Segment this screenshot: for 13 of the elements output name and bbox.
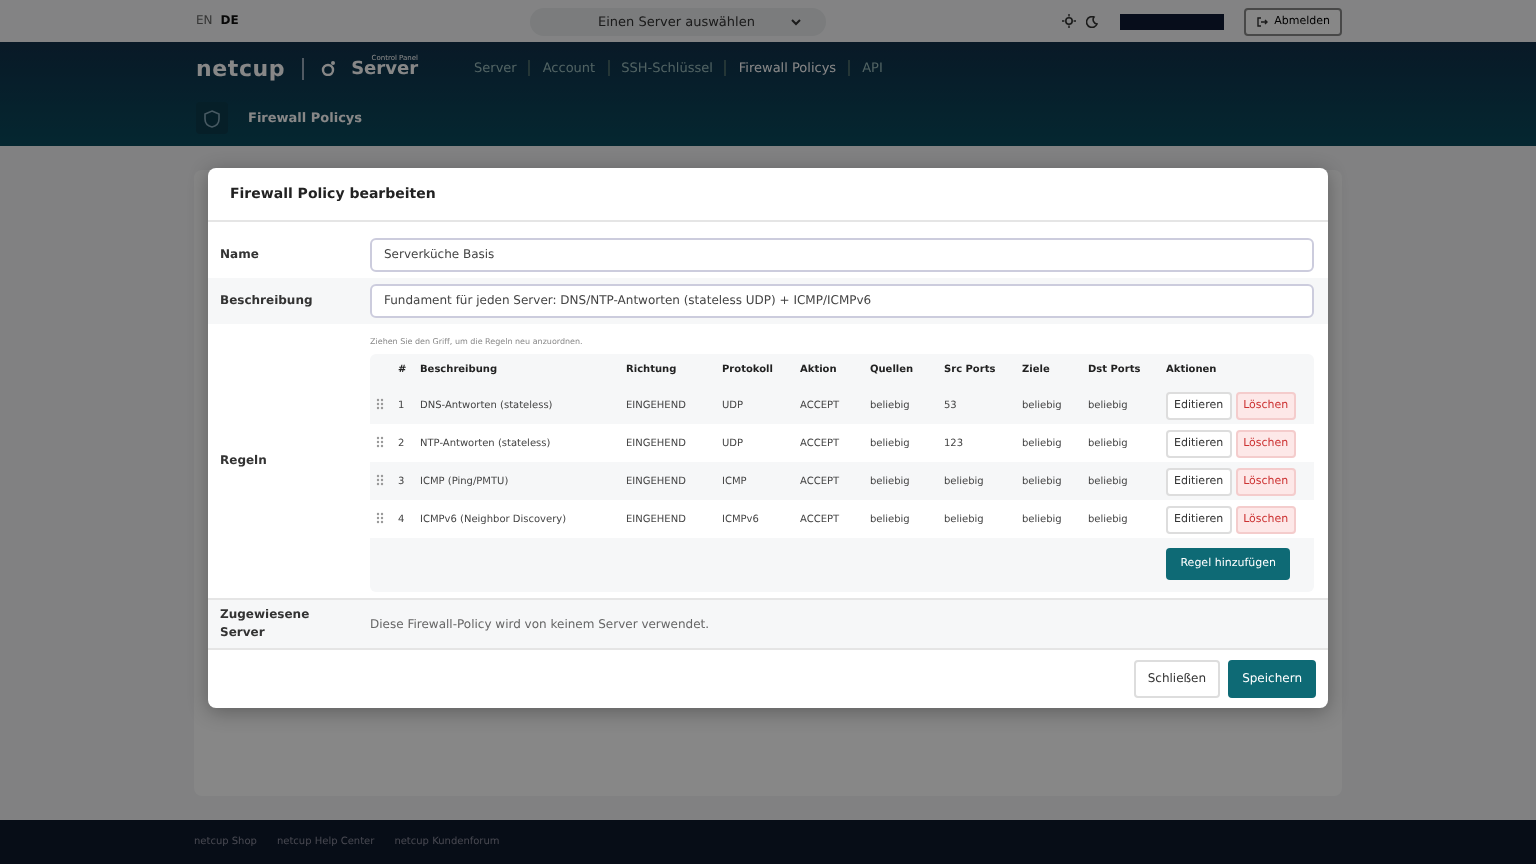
drag-handle-icon[interactable]: [376, 473, 384, 485]
logout-icon: [1256, 15, 1269, 27]
drag-handle-icon[interactable]: [376, 435, 384, 447]
logo-product: Server: [351, 62, 419, 81]
moon-icon[interactable]: [1086, 15, 1099, 27]
shield-icon: [196, 102, 228, 134]
caret-icon: [790, 17, 803, 25]
drag-handle-icon[interactable]: [376, 511, 384, 523]
logo-text[interactable]: netcup: [196, 55, 286, 81]
sun-icon[interactable]: [1062, 14, 1077, 28]
logo-icon: [319, 60, 336, 76]
drag-handle-icon[interactable]: [376, 397, 384, 409]
redacted-bar: [1120, 13, 1225, 29]
